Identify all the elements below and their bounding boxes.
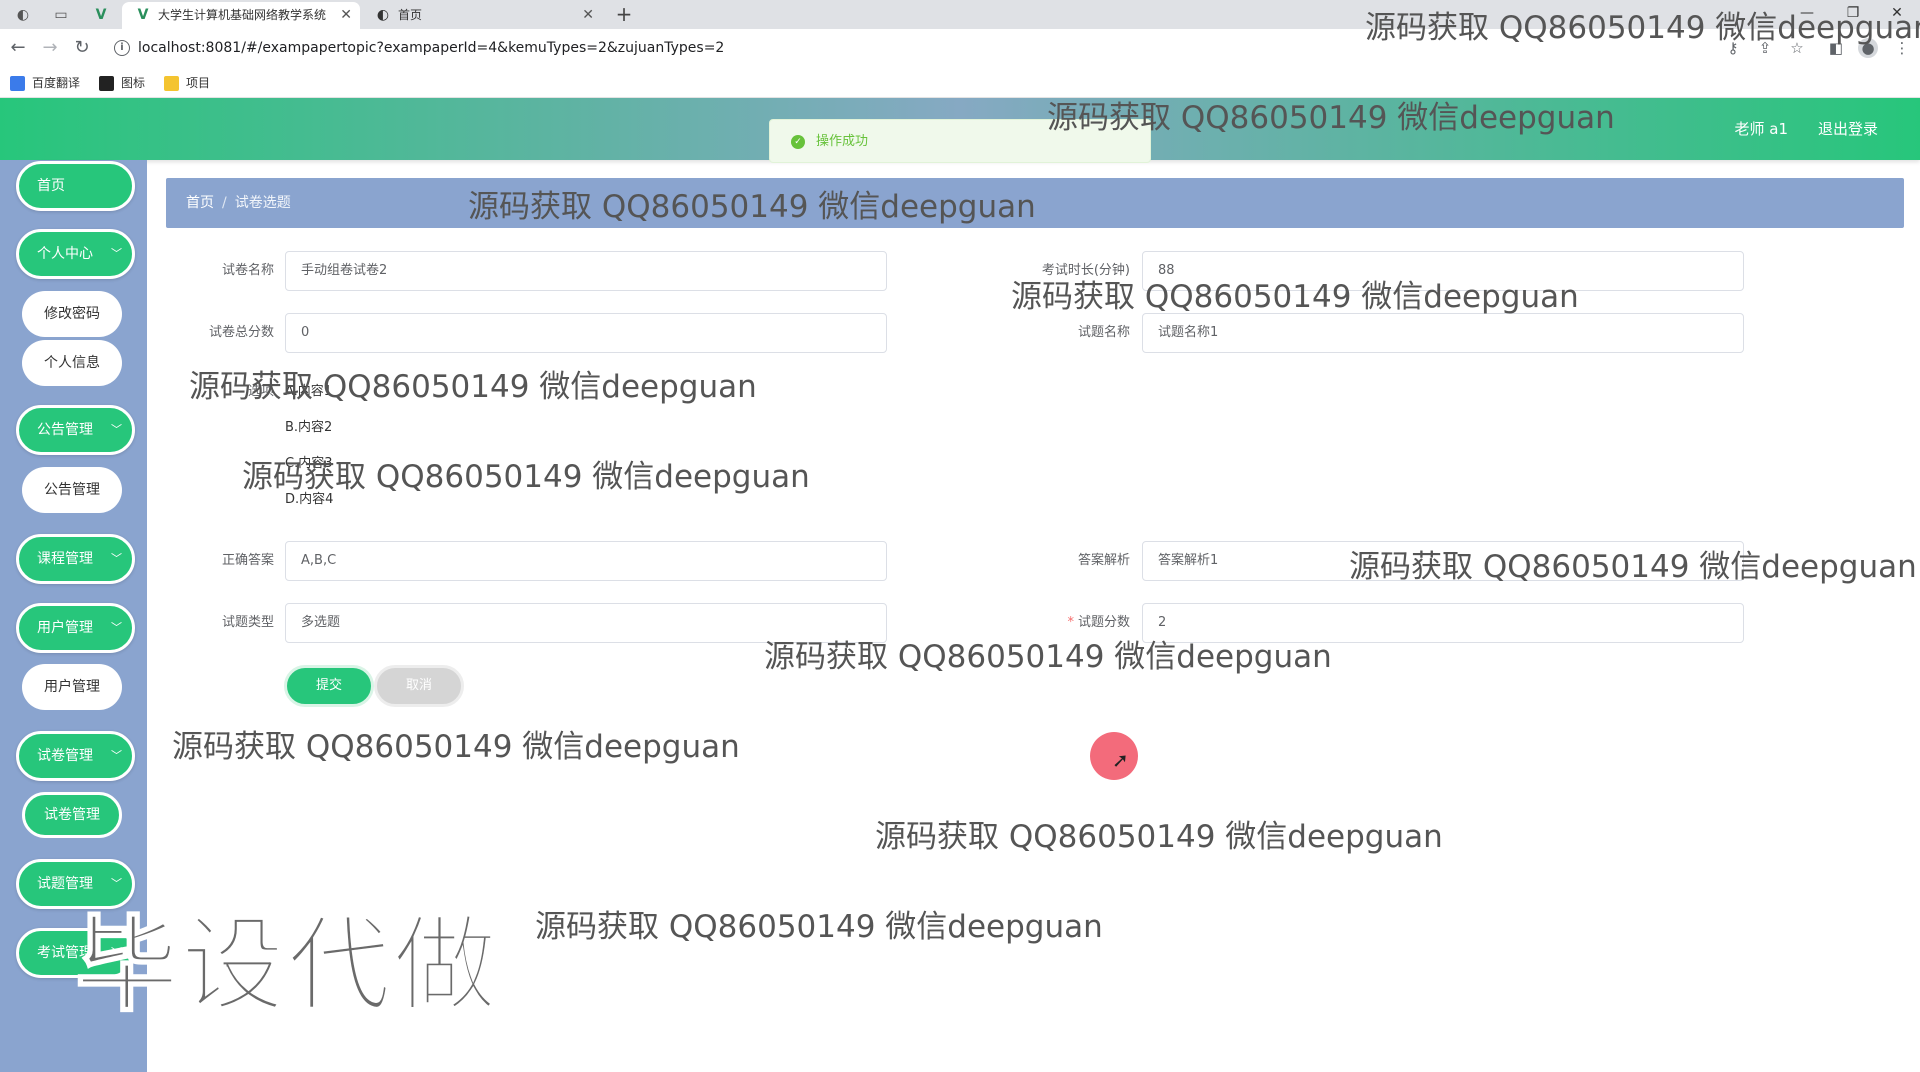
option-d: D.内容4 bbox=[285, 492, 334, 507]
question-name-input[interactable]: 试题名称1 bbox=[1142, 313, 1744, 353]
tab-close-icon[interactable]: ✕ bbox=[582, 2, 594, 29]
minimize-icon[interactable]: — bbox=[1784, 0, 1830, 29]
watermark: 源码获取 QQ86050149 微信deepguan bbox=[189, 369, 757, 405]
toast-message: 操作成功 bbox=[816, 134, 869, 149]
exam-duration-label: 考试时长(分钟) bbox=[1041, 263, 1130, 278]
check-circle-icon: ✓ bbox=[791, 135, 805, 149]
side-panel-icon[interactable]: ◧ bbox=[1826, 38, 1846, 58]
bookmark-star-icon[interactable]: ☆ bbox=[1787, 38, 1807, 58]
chevron-down-icon: ﹀ bbox=[111, 552, 122, 565]
browser-window-icon[interactable]: ▭ bbox=[50, 4, 72, 26]
browser-menu-icon[interactable]: ⋮ bbox=[1892, 38, 1912, 58]
site-info-icon[interactable]: i bbox=[114, 40, 130, 56]
question-score-input[interactable]: 2 bbox=[1142, 603, 1744, 643]
profile-icon[interactable]: ● bbox=[1858, 38, 1878, 58]
option-a: A.内容1 bbox=[285, 384, 333, 399]
submit-button[interactable]: 提交 bbox=[284, 665, 374, 707]
sidebar-item-home[interactable]: 首页 bbox=[16, 161, 135, 211]
big-watermark: 毕设代做 bbox=[74, 903, 500, 1027]
watermark: 源码获取 QQ86050149 微信deepguan bbox=[875, 819, 1443, 855]
question-type-label: 试题类型 bbox=[221, 615, 274, 630]
option-c: C.内容3 bbox=[285, 456, 333, 471]
translate-icon bbox=[10, 76, 25, 91]
answer-analysis-label: 答案解析 bbox=[1077, 553, 1130, 568]
vue-logo-icon[interactable]: V bbox=[90, 4, 112, 26]
url-text: localhost:8081/#/exampapertopic?exampape… bbox=[138, 40, 725, 56]
image-icon bbox=[99, 76, 114, 91]
chevron-down-icon: ﹀ bbox=[111, 749, 122, 762]
question-type-input[interactable]: 多选题 bbox=[285, 603, 887, 643]
sidebar-item-personal-center[interactable]: 个人中心 ﹀ bbox=[16, 229, 135, 279]
breadcrumb-separator: / bbox=[222, 195, 227, 211]
logout-link[interactable]: 退出登录 bbox=[1818, 98, 1878, 160]
sidebar-item-notice-mgmt[interactable]: 公告管理 ﹀ bbox=[16, 405, 135, 455]
required-asterisk: * bbox=[1067, 615, 1074, 630]
paper-total-input[interactable]: 0 bbox=[285, 313, 887, 353]
sidebar-item-paper-mgmt[interactable]: 试卷管理 ﹀ bbox=[16, 731, 135, 781]
chevron-down-icon: ﹀ bbox=[111, 247, 122, 260]
back-icon[interactable]: ← bbox=[6, 36, 30, 60]
chevron-down-icon: ﹀ bbox=[111, 423, 122, 436]
browser-globe-icon[interactable]: ◐ bbox=[12, 4, 34, 26]
folder-icon bbox=[164, 76, 179, 91]
cancel-button[interactable]: 取消 bbox=[374, 665, 464, 707]
restore-icon[interactable]: ❐ bbox=[1830, 0, 1876, 29]
current-user: 老师 a1 bbox=[1734, 120, 1788, 138]
breadcrumb-current: 试卷选题 bbox=[234, 195, 291, 211]
key-icon[interactable]: ⚷ bbox=[1723, 38, 1743, 58]
tab-close-icon[interactable]: ✕ bbox=[340, 2, 352, 29]
question-name-label: 试题名称 bbox=[1077, 325, 1130, 340]
tab-title: 大学生计算机基础网络教学系统 bbox=[158, 8, 327, 22]
bookmark-icons[interactable]: 图标 bbox=[99, 73, 145, 93]
exam-duration-input[interactable]: 88 bbox=[1142, 251, 1744, 291]
correct-answer-input[interactable]: A,B,C bbox=[285, 541, 887, 581]
tab-home[interactable]: ◐ 首页 ✕ bbox=[362, 2, 602, 29]
bookmark-baidu-translate[interactable]: 百度翻译 bbox=[10, 73, 80, 93]
paper-total-label: 试卷总分数 bbox=[208, 325, 274, 340]
sidebar-subitem-paper-mgmt[interactable]: 试卷管理 bbox=[22, 792, 122, 838]
question-score-label: * 试题分数 bbox=[1067, 615, 1130, 630]
sidebar-item-user-mgmt[interactable]: 用户管理 ﹀ bbox=[16, 603, 135, 653]
address-bar[interactable]: i localhost:8081/#/exampapertopic?exampa… bbox=[106, 33, 1746, 63]
close-window-icon[interactable]: ✕ bbox=[1874, 0, 1920, 29]
forward-icon[interactable]: → bbox=[38, 36, 62, 60]
share-icon[interactable]: ⇪ bbox=[1755, 38, 1775, 58]
browser-toolbar: ← → ↻ i localhost:8081/#/exampapertopic?… bbox=[0, 29, 1920, 67]
bookmarks-bar: 百度翻译 图标 项目 bbox=[0, 67, 1920, 98]
new-tab-button[interactable]: + bbox=[612, 1, 636, 27]
paper-name-label: 试卷名称 bbox=[221, 263, 274, 278]
chevron-down-icon: ﹀ bbox=[111, 621, 122, 634]
option-b: B.内容2 bbox=[285, 420, 333, 435]
success-toast: ✓ 操作成功 bbox=[769, 119, 1151, 163]
bookmark-project[interactable]: 项目 bbox=[164, 73, 210, 93]
globe-favicon-icon: ◐ bbox=[376, 7, 390, 23]
paper-name-input[interactable]: 手动组卷试卷2 bbox=[285, 251, 887, 291]
breadcrumb: 首页 / 试卷选题 bbox=[166, 178, 1904, 228]
answer-analysis-input[interactable]: 答案解析1 bbox=[1142, 541, 1744, 581]
tab-title: 首页 bbox=[398, 8, 423, 22]
sidebar-subitem-user-mgmt[interactable]: 用户管理 bbox=[22, 664, 122, 710]
watermark: 源码获取 QQ86050149 微信deepguan bbox=[535, 909, 1103, 945]
sidebar-subitem-notice-mgmt[interactable]: 公告管理 bbox=[22, 467, 122, 513]
mouse-pointer-icon: ➚ bbox=[1112, 748, 1129, 772]
browser-tab-strip: ◐ ▭ V V 大学生计算机基础网络教学系统 ✕ ◐ 首页 ✕ + — ❐ ✕ bbox=[0, 0, 1920, 29]
tab-active[interactable]: V 大学生计算机基础网络教学系统 ✕ bbox=[122, 2, 360, 29]
watermark: 源码获取 QQ86050149 微信deepguan bbox=[172, 729, 740, 765]
reload-icon[interactable]: ↻ bbox=[70, 36, 94, 60]
vue-favicon-icon: V bbox=[137, 7, 149, 23]
options-label: 选项 bbox=[247, 384, 274, 399]
sidebar-subitem-personal-info[interactable]: 个人信息 bbox=[22, 340, 122, 386]
sidebar-subitem-change-password[interactable]: 修改密码 bbox=[22, 291, 122, 337]
correct-answer-label: 正确答案 bbox=[221, 553, 274, 568]
breadcrumb-home[interactable]: 首页 bbox=[186, 195, 214, 211]
sidebar-item-course-mgmt[interactable]: 课程管理 ﹀ bbox=[16, 534, 135, 584]
